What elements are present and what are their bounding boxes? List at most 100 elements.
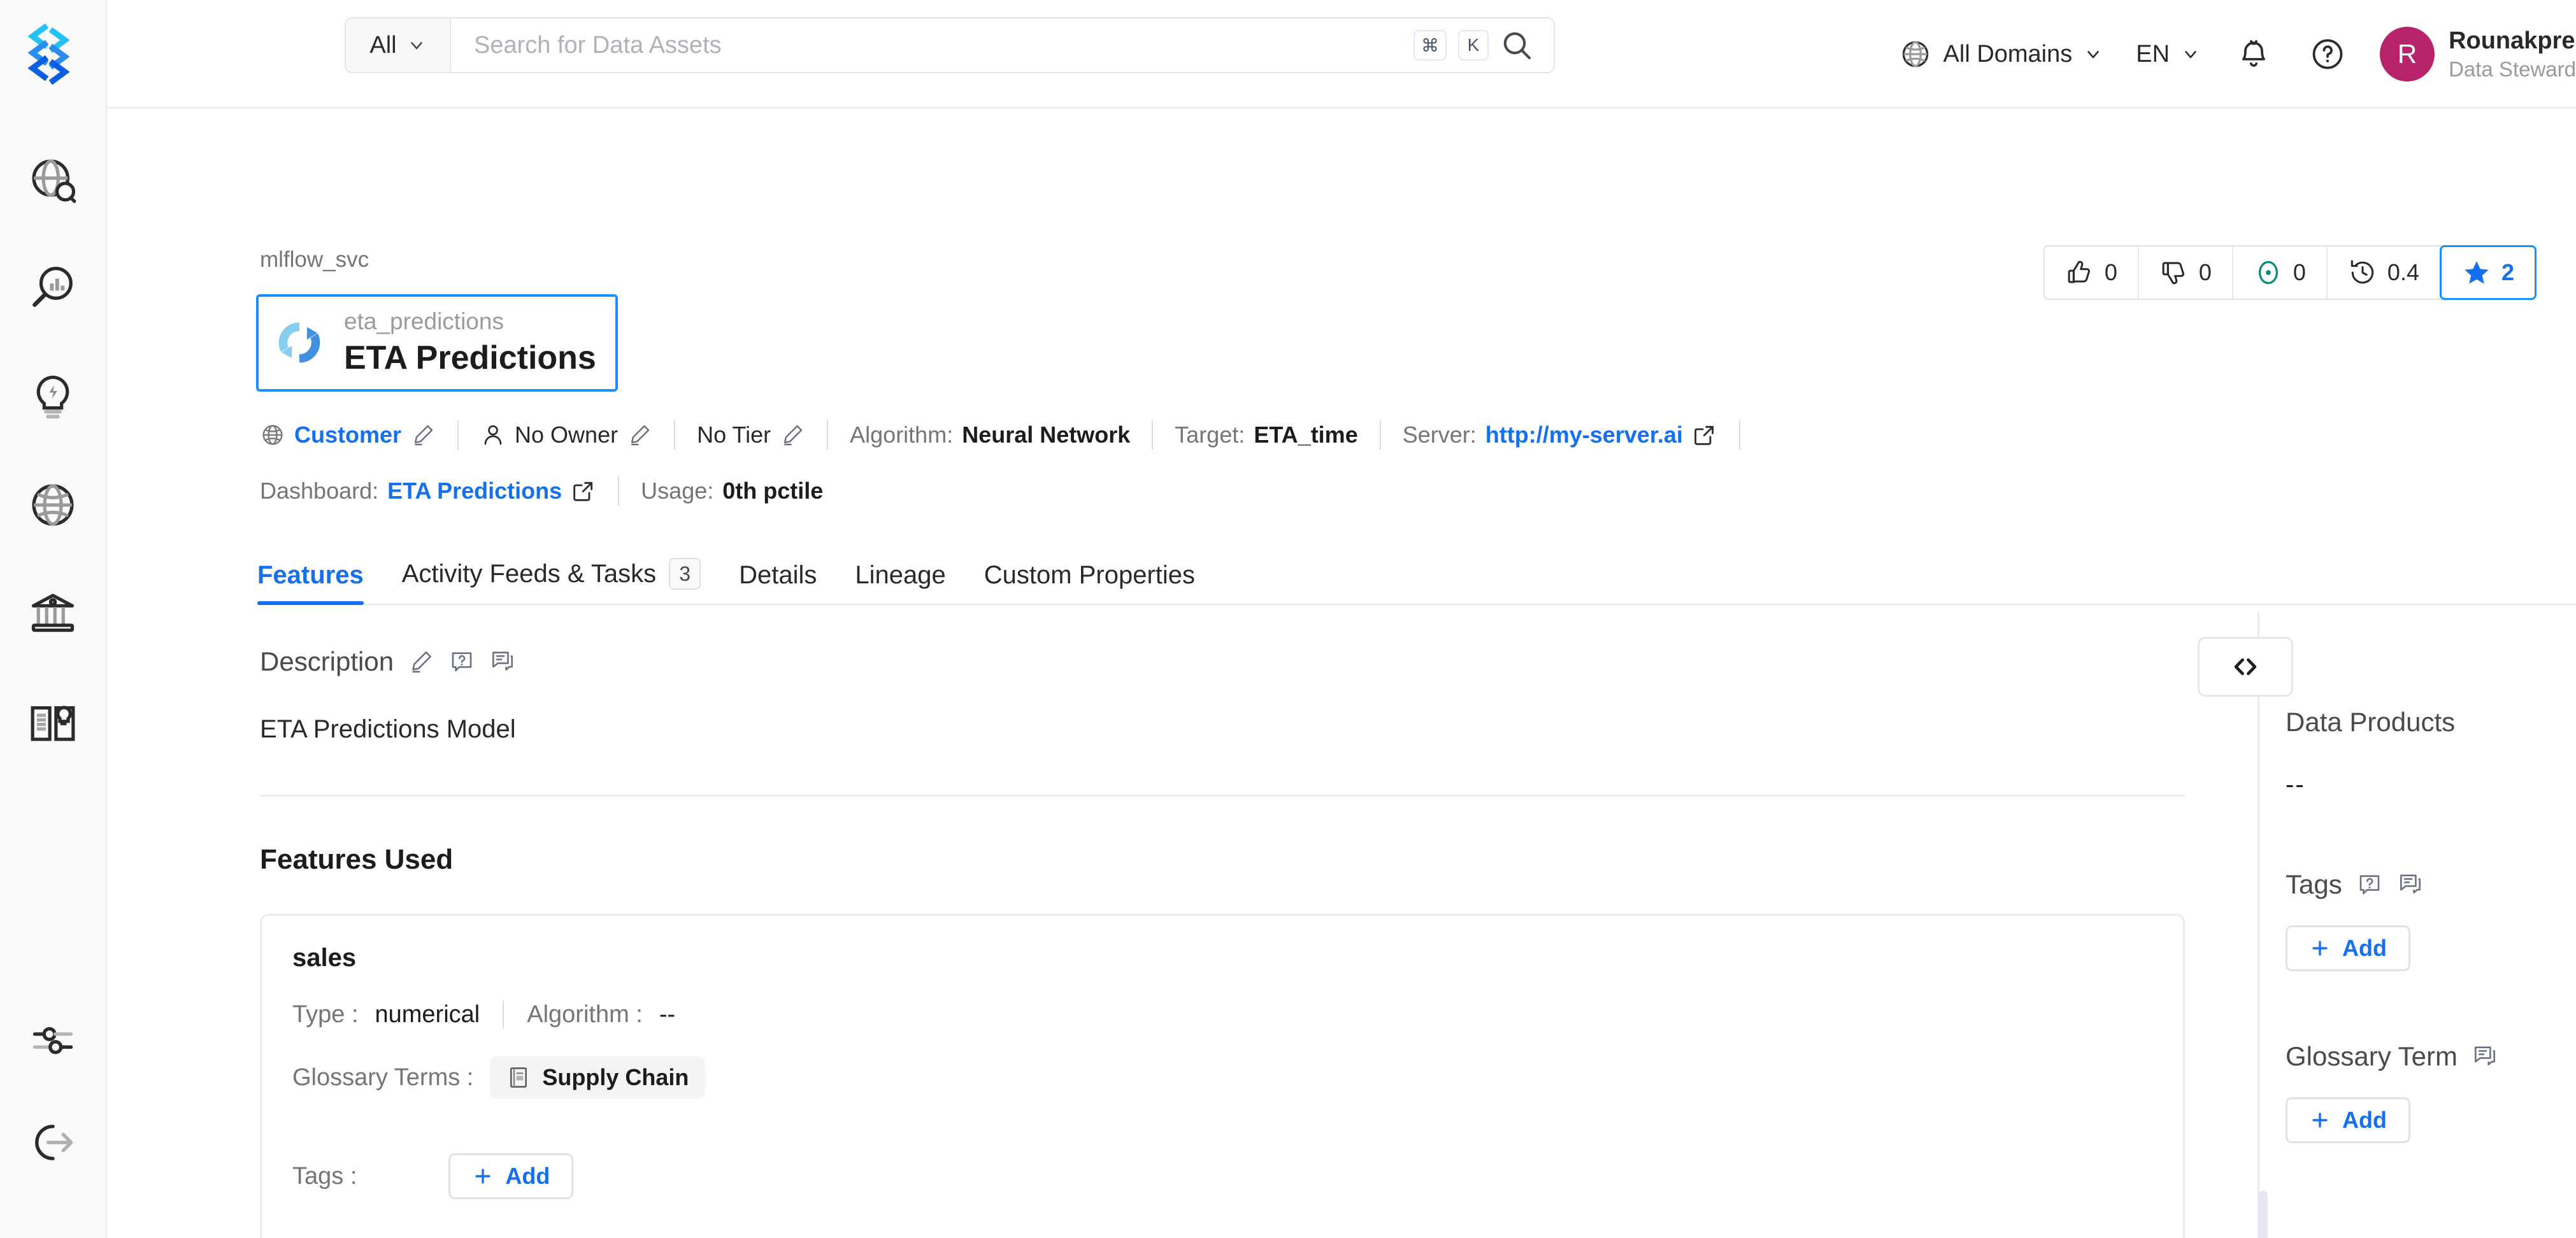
domain-selector[interactable]: All Domains	[1882, 38, 2120, 71]
user-role: Data Steward	[2449, 57, 2576, 81]
user-icon	[484, 425, 502, 445]
breadcrumb[interactable]: mlflow_svc	[260, 247, 369, 273]
edit-description-button[interactable]	[408, 648, 434, 675]
plus-icon	[475, 1169, 491, 1184]
dashboard-external-link-button[interactable]	[571, 478, 596, 504]
edit-owner-button[interactable]	[627, 422, 652, 448]
help-button[interactable]	[2291, 36, 2365, 72]
code-brackets-icon	[2234, 658, 2257, 676]
app-root: All ⌘ K	[0, 0, 2576, 1238]
downvote-button[interactable]: 0	[2139, 246, 2233, 299]
shortcut-key-command[interactable]: ⌘	[1413, 30, 1447, 60]
user-info[interactable]: Rounakpre Data Steward	[2449, 27, 2576, 82]
version-button[interactable]: 0.4	[2328, 246, 2441, 299]
tab-details[interactable]: Details	[720, 561, 836, 604]
right-panel-scrollbar[interactable]	[2259, 1191, 2268, 1238]
chevron-down-icon	[410, 42, 422, 50]
comment-icon	[492, 651, 513, 671]
search-scope-dropdown[interactable]: All	[346, 18, 451, 72]
tab-activity-feeds-tasks[interactable]: Activity Feeds & Tasks 3	[383, 558, 720, 604]
edit-tier-button[interactable]	[780, 422, 805, 448]
data-products-value: --	[2286, 771, 2305, 799]
sidebar-item-logout[interactable]	[0, 1092, 106, 1193]
tab-activity-label: Activity Feeds & Tasks	[401, 559, 657, 588]
open-book-bulb-icon	[31, 706, 75, 741]
help-square-icon	[2359, 875, 2380, 895]
sidebar-item-govern[interactable]	[0, 559, 106, 667]
globe-search-icon	[32, 159, 76, 203]
data-products-title: Data Products	[2286, 707, 2456, 737]
kpi-button[interactable]: 0	[2233, 246, 2328, 299]
sidebar-nav	[0, 108, 106, 776]
tab-custom-properties[interactable]: Custom Properties	[965, 561, 1214, 604]
domain-value[interactable]: Customer	[294, 422, 401, 448]
owner-meta[interactable]: No Owner	[480, 422, 652, 448]
entity-header: eta_predictions ETA Predictions	[256, 294, 618, 392]
add-glossary-term-label: Add	[2342, 1107, 2387, 1133]
tier-meta[interactable]: No Tier	[697, 422, 805, 448]
follow-button[interactable]: 2	[2439, 245, 2537, 300]
external-link-icon	[1694, 425, 1714, 445]
chevron-down-icon	[2087, 51, 2100, 59]
sidebar-item-settings[interactable]	[0, 990, 106, 1092]
glossary-term-comment-button[interactable]	[2472, 1043, 2498, 1070]
settings-sliders-icon	[32, 1027, 73, 1055]
add-tag-button[interactable]: Add	[2286, 925, 2410, 971]
feature-add-tag-button[interactable]: Add	[448, 1153, 574, 1199]
tab-lineage[interactable]: Lineage	[836, 561, 964, 604]
comment-icon	[2400, 874, 2421, 893]
features-used-title: Features Used	[260, 844, 454, 875]
language-selector[interactable]: EN	[2119, 41, 2217, 68]
tab-features[interactable]: Features	[257, 561, 383, 605]
upvote-button[interactable]: 0	[2045, 246, 2139, 299]
description-title: Description	[260, 646, 394, 676]
usage-value: 0th pctile	[722, 478, 824, 504]
magnifier-chart-icon	[32, 266, 73, 307]
sidebar-bottom	[0, 990, 106, 1238]
sidebar-item-domains[interactable]	[0, 451, 106, 559]
server-meta[interactable]: Server: http://my-server.ai	[1403, 422, 1717, 448]
sidebar-item-insights[interactable]	[0, 234, 106, 343]
avatar[interactable]: R	[2380, 27, 2435, 82]
notifications-button[interactable]	[2217, 36, 2291, 72]
description-comment-button[interactable]	[489, 648, 516, 675]
domain-meta[interactable]: Customer	[260, 422, 436, 448]
shortcut-key-k[interactable]: K	[1458, 30, 1489, 60]
language-selector-label: EN	[2136, 40, 2170, 68]
dashboard-meta[interactable]: Dashboard: ETA Predictions	[260, 478, 596, 504]
tags-comment-button[interactable]	[2397, 871, 2424, 898]
tags-help-button[interactable]	[2356, 871, 2383, 898]
entity-title-wrap: eta_predictions ETA Predictions	[344, 308, 596, 378]
history-clock-icon	[2351, 260, 2374, 284]
edit-domain-button[interactable]	[410, 422, 436, 448]
data-products-header: Data Products	[2286, 707, 2576, 737]
sidebar-item-glossary[interactable]	[0, 667, 106, 776]
server-external-link-button[interactable]	[1692, 422, 1717, 448]
dashboard-value[interactable]: ETA Predictions	[387, 478, 562, 504]
add-glossary-term-button[interactable]: Add	[2286, 1097, 2410, 1143]
feature-divider	[503, 1000, 504, 1028]
globe-icon	[1902, 41, 1928, 68]
target-value: ETA_time	[1254, 422, 1358, 448]
topbar-right-cluster: All Domains EN R Rounakpre Data Steward	[1882, 0, 2576, 108]
help-square-icon	[452, 652, 472, 672]
feature-algorithm-value: --	[659, 1000, 676, 1028]
server-value[interactable]: http://my-server.ai	[1485, 422, 1683, 448]
algorithm-meta: Algorithm: Neural Network	[850, 422, 1130, 448]
right-panel-collapse-button[interactable]	[2198, 637, 2293, 697]
description-help-button[interactable]	[448, 648, 475, 675]
sidebar-item-explore[interactable]	[0, 126, 106, 234]
sidebar-item-automations[interactable]	[0, 343, 106, 451]
search-submit-button[interactable]	[1500, 29, 1533, 62]
app-logo[interactable]	[0, 0, 106, 108]
tags-block: Tags Add	[2286, 869, 2576, 971]
user-name: Rounakpre	[2449, 27, 2575, 54]
glossary-term-chip[interactable]: Supply Chain	[490, 1057, 706, 1099]
tab-custom-properties-label: Custom Properties	[984, 561, 1196, 589]
right-panel-divider	[2258, 611, 2259, 1238]
mlflow-icon	[278, 322, 320, 363]
tags-header: Tags	[2286, 869, 2576, 900]
tab-activity-badge: 3	[669, 558, 701, 590]
book-icon	[510, 1067, 527, 1088]
search-input[interactable]	[451, 18, 1413, 72]
